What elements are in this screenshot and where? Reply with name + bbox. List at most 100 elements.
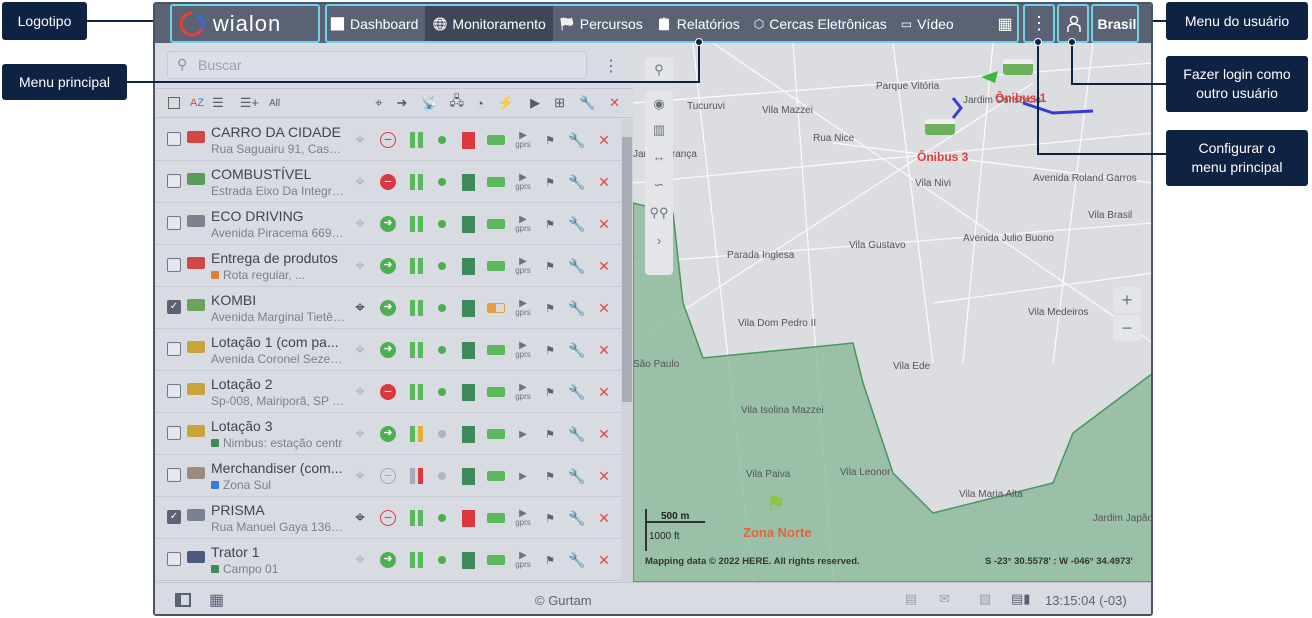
motion-column-icon[interactable]: ➜ [396, 95, 407, 111]
add-group-icon[interactable]: ☰+ [240, 95, 259, 111]
locate-icon[interactable]: ⌖ [351, 172, 369, 191]
map[interactable]: Parque Vitória Vila Mazzei Tucuruvi Jardim … [633, 43, 1151, 582]
unit-row[interactable]: Lotação 1 (com pa... Avenida Coronel Sez… [155, 329, 621, 371]
flag-icon[interactable]: ⚑ [541, 551, 559, 569]
delete-icon[interactable]: ✕ [595, 383, 613, 401]
command-icon[interactable]: ▶ gprs [514, 551, 532, 570]
search-input[interactable]: Buscar [167, 51, 587, 79]
delete-icon[interactable]: ✕ [595, 509, 613, 527]
eye-icon[interactable]: ◉ [645, 91, 673, 117]
unit-name[interactable]: Trator 1 [211, 544, 343, 560]
delete-icon[interactable]: ✕ [595, 341, 613, 359]
flag-icon[interactable]: ⚑ [541, 509, 559, 527]
flag-icon[interactable]: ⚑ [541, 467, 559, 485]
flag-icon[interactable]: ⚑ [541, 341, 559, 359]
delete-column-icon[interactable]: ✕ [609, 95, 620, 111]
unit-name[interactable]: Merchandiser (com... [211, 460, 343, 476]
gallery-icon[interactable]: ▨ [979, 591, 991, 607]
locate-icon[interactable]: ⌖ [351, 298, 369, 317]
panel-menu-icon[interactable]: ⋮ [603, 56, 619, 76]
panel-toggle-icon[interactable] [175, 593, 191, 607]
locate-icon[interactable]: ⌖ [351, 130, 369, 149]
unit-row[interactable]: ✓ KOMBI Avenida Marginal Tietê,... ⌖ ➜ ▶… [155, 287, 621, 329]
flag-icon[interactable]: ⚑ [541, 131, 559, 149]
unit-checkbox[interactable] [167, 258, 181, 272]
wrench-icon[interactable]: 🔧 [568, 257, 586, 275]
delete-icon[interactable]: ✕ [595, 215, 613, 233]
unit-name[interactable]: KOMBI [211, 292, 343, 308]
command-icon[interactable]: ▶ gprs [514, 299, 532, 318]
unit-row[interactable]: Entrega de produtos Rota regular, ... ⌖ … [155, 245, 621, 287]
command-icon[interactable]: ▶ gprs [514, 509, 532, 528]
command-icon[interactable]: ▶ gprs [514, 173, 532, 192]
unit-checkbox[interactable]: ✓ [167, 300, 181, 314]
wrench-icon[interactable]: 🔧 [568, 131, 586, 149]
select-all-checkbox[interactable] [168, 97, 180, 109]
delete-icon[interactable]: ✕ [595, 299, 613, 317]
unit-checkbox[interactable] [167, 384, 181, 398]
wrench-icon[interactable]: 🔧 [568, 215, 586, 233]
unit-name[interactable]: Lotação 3 [211, 418, 343, 434]
map-unit-label[interactable]: Ônibus 3 [917, 150, 968, 164]
unit-row[interactable]: Merchandiser (com... Zona Sul ⌖ − ▶ ⚑ 🔧 … [155, 455, 621, 497]
unit-checkbox[interactable] [167, 552, 181, 566]
flag-icon[interactable]: ⚑ [541, 257, 559, 275]
flag-icon[interactable]: ⚑ [541, 173, 559, 191]
command-icon[interactable]: ▶ gprs [514, 215, 532, 234]
unit-checkbox[interactable]: ✓ [167, 510, 181, 524]
unit-name[interactable]: ECO DRIVING [211, 208, 343, 224]
ruler-icon[interactable]: ↔ [645, 143, 673, 171]
unit-row[interactable]: COMBUSTÍVEL Estrada Eixo Da Integra... ⌖… [155, 161, 621, 203]
unit-row[interactable]: ✓ PRISMA Rua Manuel Gaya 1364... ⌖ − ▶ gp… [155, 497, 621, 539]
delete-icon[interactable]: ✕ [595, 425, 613, 443]
zoom-in-button[interactable]: + [1113, 287, 1141, 313]
add-all-icon[interactable]: All [269, 98, 280, 109]
wrench-icon[interactable]: 🔧 [568, 425, 586, 443]
locate-icon[interactable]: ⌖ [351, 424, 369, 443]
command-icon[interactable]: ▶ gprs [514, 131, 532, 150]
command-icon[interactable]: ▶ gprs [514, 341, 532, 360]
add-column-icon[interactable]: ⊞ [554, 95, 565, 111]
command-icon[interactable]: ▶ [514, 467, 532, 485]
delete-icon[interactable]: ✕ [595, 257, 613, 275]
unit-name[interactable]: Entrega de produtos [211, 250, 343, 266]
flag-icon[interactable]: ⚑ [541, 383, 559, 401]
unit-name[interactable]: PRISMA [211, 502, 343, 518]
poi-icon[interactable]: ⚲⚲ [645, 199, 673, 227]
unit-row[interactable]: CARRO DA CIDADE Rua Saguairu 91, Casa ..… [155, 119, 621, 161]
wrench-icon[interactable]: 🔧 [568, 173, 586, 191]
locate-icon[interactable]: ⌖ [351, 256, 369, 275]
zoom-out-button[interactable]: − [1113, 315, 1141, 341]
notifications-icon[interactable]: ▤ [905, 591, 917, 607]
locate-icon[interactable]: ⌖ [351, 508, 369, 527]
locate-column-icon[interactable]: ⌖ [375, 95, 382, 111]
flag-icon[interactable]: ⚑ [541, 425, 559, 443]
commands-column-icon[interactable]: ▶ [530, 95, 540, 111]
list-icon[interactable]: ☰ [212, 95, 224, 111]
speed-column-icon[interactable]: ◔ [476, 96, 484, 111]
locate-icon[interactable]: ⌖ [351, 550, 369, 569]
battery-column-icon[interactable]: ⚡ [498, 95, 514, 111]
delete-icon[interactable]: ✕ [595, 173, 613, 191]
map-search-button[interactable]: ⚲ [645, 57, 673, 83]
connection-column-icon[interactable]: 📡 [421, 95, 437, 111]
command-icon[interactable]: ▶ gprs [514, 257, 532, 276]
scrollbar[interactable] [621, 119, 633, 582]
command-icon[interactable]: ▶ [514, 425, 532, 443]
unit-name[interactable]: COMBUSTÍVEL [211, 166, 343, 182]
locate-icon[interactable]: ⌖ [351, 214, 369, 233]
wrench-icon[interactable]: 🔧 [568, 551, 586, 569]
wrench-icon[interactable]: 🔧 [568, 383, 586, 401]
unit-checkbox[interactable] [167, 342, 181, 356]
unit-checkbox[interactable] [167, 426, 181, 440]
flag-icon[interactable]: ⚑ [541, 215, 559, 233]
map-layers-icon[interactable]: ▥ [645, 117, 673, 143]
expand-icon[interactable]: › [645, 227, 673, 255]
unit-name[interactable]: Lotação 2 [211, 376, 343, 392]
messages-icon[interactable]: ✉ [939, 591, 950, 607]
command-icon[interactable]: ▶ gprs [514, 383, 532, 402]
locate-icon[interactable]: ⌖ [351, 466, 369, 485]
unit-checkbox[interactable] [167, 216, 181, 230]
bus-icon[interactable] [925, 119, 955, 135]
settings-column-icon[interactable]: 🔧 [579, 95, 595, 111]
